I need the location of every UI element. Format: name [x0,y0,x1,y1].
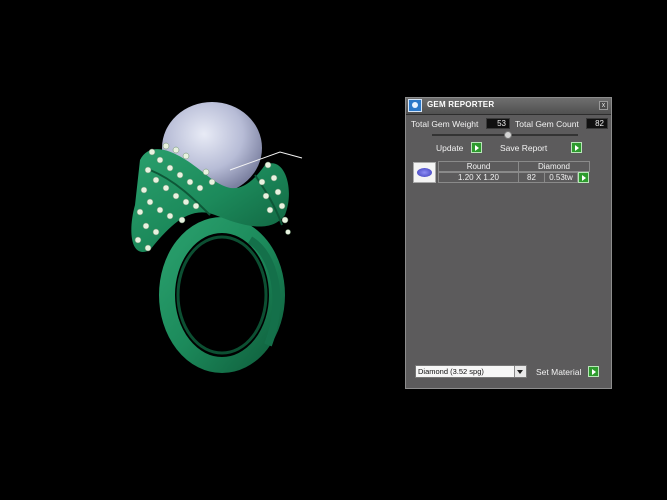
update-button[interactable] [471,142,482,153]
gem-reporter-app-icon [408,99,422,112]
round-gem-icon[interactable] [413,162,436,183]
total-gem-weight-label: Total Gem Weight [411,119,479,129]
material-select-value: Diamond (3.52 spg) [418,367,484,376]
table-cell-weight: 0.53tw [544,172,578,183]
table-cell-size: 1.20 X 1.20 [438,172,519,183]
zoom-slider-thumb[interactable] [504,131,512,139]
set-material-button[interactable] [588,366,599,377]
total-gem-weight-value: 53 [486,118,510,129]
update-button-label[interactable]: Update [436,143,463,153]
panel-titlebar[interactable]: GEM REPORTER x [406,98,611,115]
table-header-shape: Round [438,161,519,172]
ring-model[interactable] [131,102,303,373]
gem-reporter-panel: GEM REPORTER x [405,97,612,389]
total-gem-count-label: Total Gem Count [515,119,579,129]
panel-title: GEM REPORTER [427,100,495,109]
material-select[interactable]: Diamond (3.52 spg) [415,365,527,378]
save-report-button[interactable] [571,142,582,153]
close-icon[interactable]: x [599,101,608,110]
gem-row-action-button[interactable] [578,172,589,183]
total-gem-count-value: 82 [586,118,608,129]
table-cell-count: 82 [518,172,545,183]
dropdown-arrow-icon[interactable] [514,366,526,377]
set-material-button-label[interactable]: Set Material [536,367,581,377]
save-report-button-label[interactable]: Save Report [500,143,547,153]
table-header-material: Diamond [518,161,590,172]
